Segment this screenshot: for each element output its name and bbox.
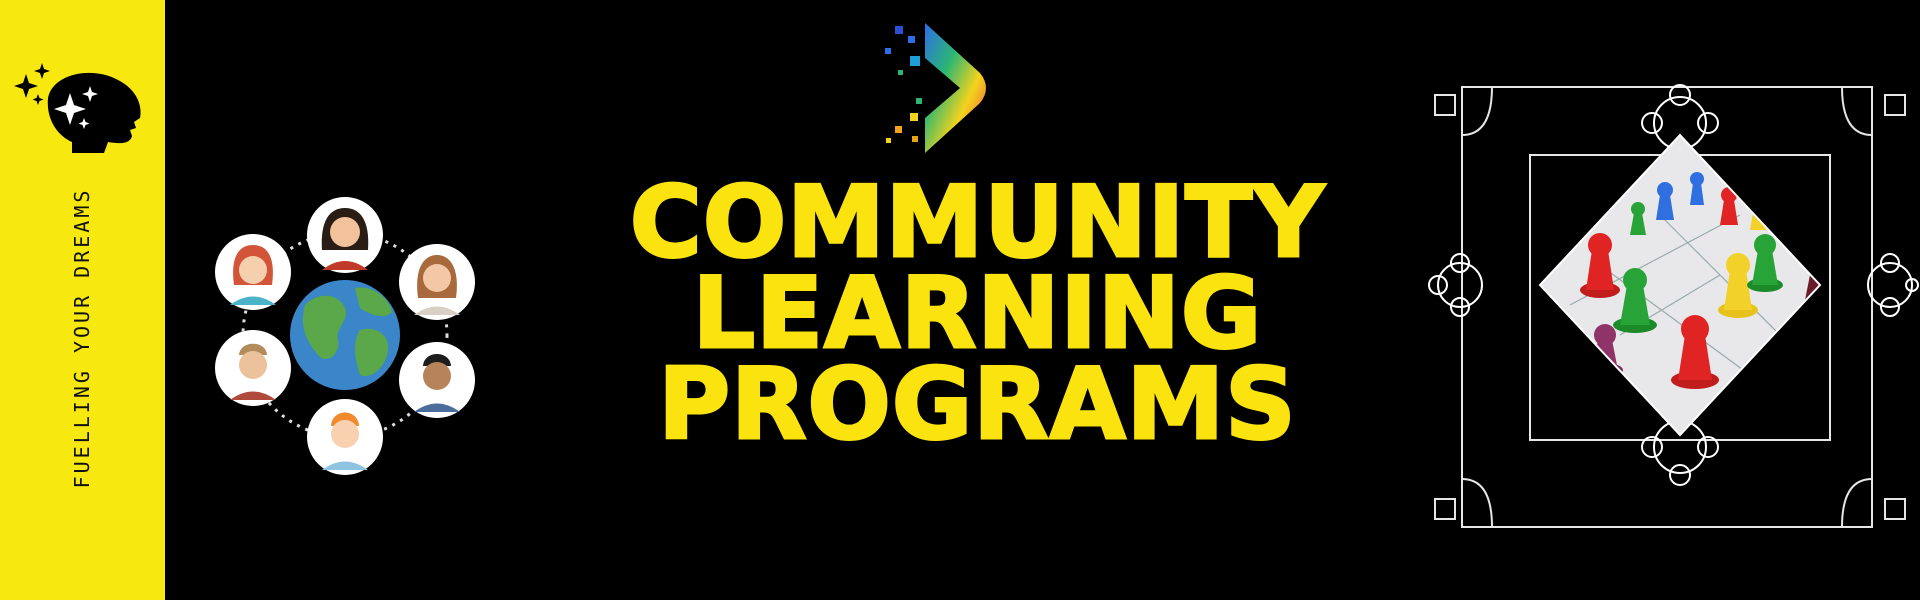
person-avatar-icon <box>215 234 291 310</box>
head-sparkles-icon <box>14 63 141 153</box>
person-avatar-icon <box>399 244 475 320</box>
tagline-text: FUELLING YOUR DREAMS <box>70 187 94 489</box>
person-avatar-icon <box>399 342 475 418</box>
title-line-community: COMMUNITY <box>628 166 1326 280</box>
title-line-learning: LEARNING <box>691 257 1263 371</box>
globe-icon <box>290 280 400 390</box>
banner-title: COMMUNITY LEARNING PROGRAMS <box>510 166 1445 462</box>
network-photo-frame <box>1428 84 1919 528</box>
brand-logo-icon <box>885 23 986 153</box>
person-avatar-icon <box>307 197 383 273</box>
game-pieces-photo <box>1540 135 1820 435</box>
person-avatar-icon <box>215 330 291 406</box>
person-avatar-icon <box>307 399 383 475</box>
left-yellow-sidebar: FUELLING YOUR DREAMS <box>0 0 165 600</box>
community-network-graphic <box>215 197 475 475</box>
title-line-programs: PROGRAMS <box>657 348 1297 462</box>
